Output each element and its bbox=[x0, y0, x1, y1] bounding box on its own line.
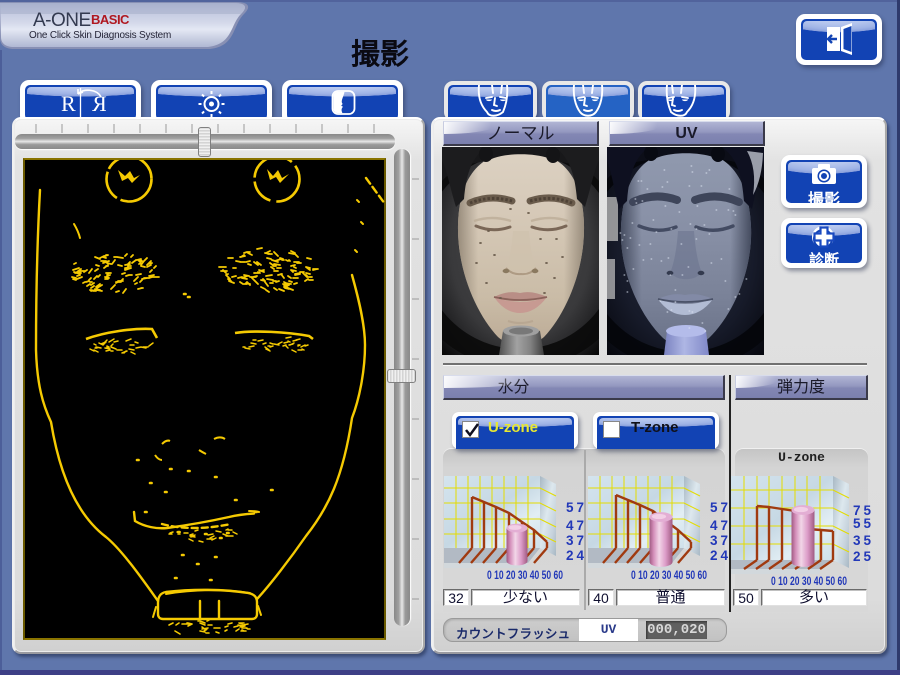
svg-text:37: 37 bbox=[566, 533, 586, 548]
svg-text:35: 35 bbox=[853, 533, 873, 548]
svg-text:0 10 20 30 40 50 60: 0 10 20 30 40 50 60 bbox=[771, 576, 847, 588]
svg-text:57: 57 bbox=[710, 500, 730, 515]
svg-text:0 10 20 30 40 50 60: 0 10 20 30 40 50 60 bbox=[487, 570, 563, 582]
svg-text:25: 25 bbox=[853, 549, 873, 564]
svg-text:55: 55 bbox=[853, 516, 873, 531]
svg-text:37: 37 bbox=[710, 533, 730, 548]
svg-text:24: 24 bbox=[566, 548, 586, 563]
svg-text:0 10 20 30 40 50 60: 0 10 20 30 40 50 60 bbox=[631, 570, 707, 582]
svg-text:24: 24 bbox=[710, 548, 730, 563]
svg-text:47: 47 bbox=[566, 518, 586, 533]
svg-text:57: 57 bbox=[566, 500, 586, 515]
svg-text:47: 47 bbox=[710, 518, 730, 533]
